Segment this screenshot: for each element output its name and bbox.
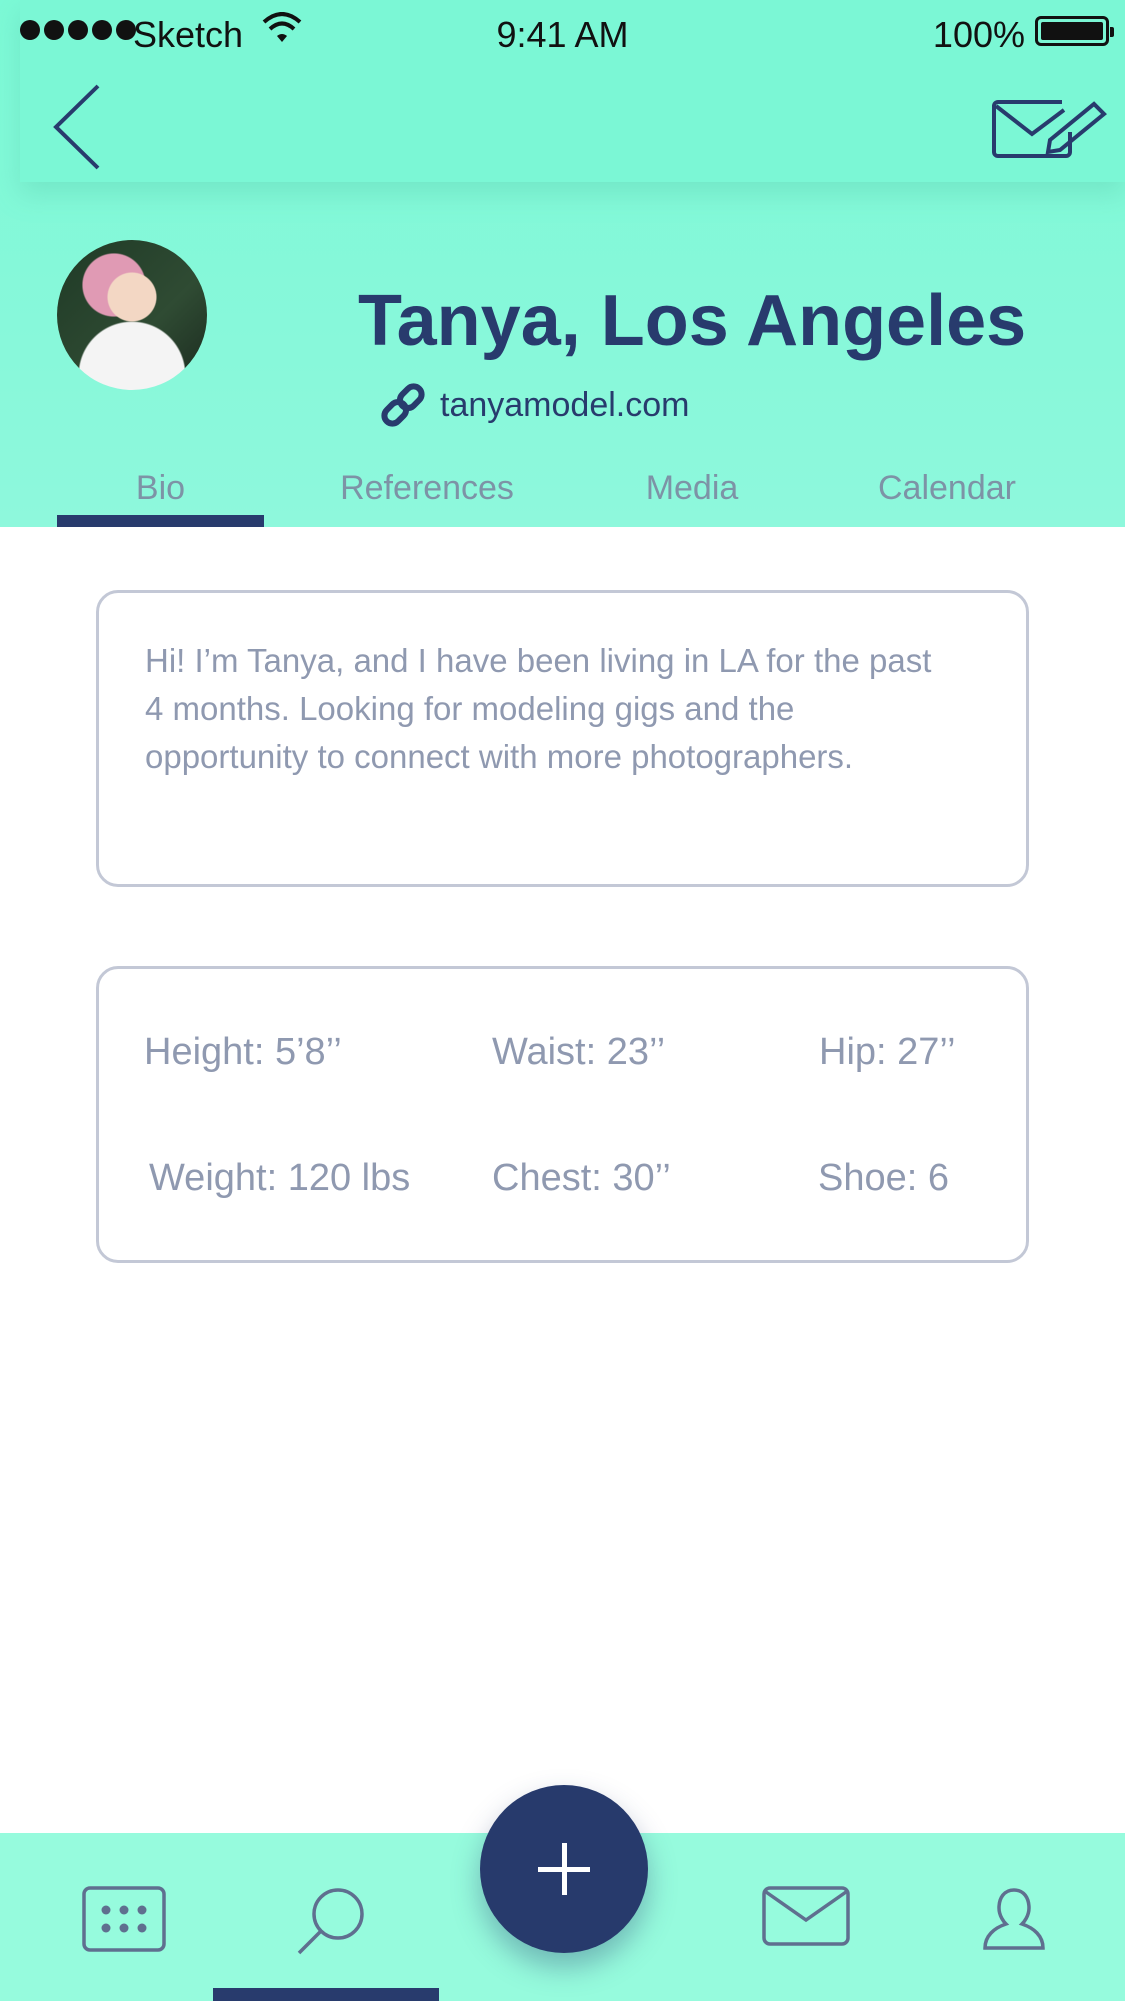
search-nav-button[interactable] [296, 1886, 366, 1956]
calendar-nav-button[interactable] [82, 1886, 166, 1952]
mail-icon [762, 1886, 850, 1946]
tab-references[interactable]: References [307, 462, 547, 527]
stat-waist: Waist: 23’’ [492, 1031, 666, 1073]
messages-nav-button[interactable] [762, 1886, 850, 1946]
stat-height: Height: 5’8’’ [144, 1031, 342, 1073]
stat-shoe: Shoe: 6 [818, 1157, 949, 1199]
active-nav-indicator [213, 1988, 439, 2001]
link-icon [381, 383, 425, 427]
bio-text: Hi! I’m Tanya, and I have been living in… [145, 642, 932, 775]
status-bar: Sketch 9:41 AM 100% [0, 0, 1125, 64]
calendar-icon [82, 1886, 166, 1952]
add-button[interactable] [480, 1785, 648, 1953]
envelope-pencil-icon [992, 100, 1107, 158]
search-icon [297, 1888, 364, 1955]
tab-calendar[interactable]: Calendar [847, 462, 1047, 527]
bio-card: Hi! I’m Tanya, and I have been living in… [96, 590, 1029, 887]
profile-nav-button[interactable] [982, 1886, 1046, 1952]
active-tab-indicator [57, 515, 264, 527]
stat-weight: Weight: 120 lbs [149, 1157, 411, 1199]
stat-hip: Hip: 27’’ [819, 1031, 956, 1073]
profile-name: Tanya, Los Angeles [358, 281, 1027, 361]
chevron-left-icon [53, 84, 100, 170]
user-icon [983, 1888, 1045, 1950]
avatar [57, 240, 207, 390]
battery-percentage: 100% [932, 14, 1025, 55]
back-button[interactable] [48, 82, 108, 172]
measurements-card: Height: 5’8’’ Waist: 23’’ Hip: 27’’ Weig… [96, 966, 1029, 1263]
battery-icon [1035, 16, 1114, 46]
website-link-text: tanyamodel.com [440, 385, 690, 424]
compose-message-button[interactable] [990, 96, 1110, 166]
website-link[interactable]: tanyamodel.com [378, 380, 689, 430]
tab-media[interactable]: Media [617, 462, 767, 527]
profile-tabs: Bio References Media Calendar [57, 462, 1125, 527]
stat-chest: Chest: 30’’ [492, 1157, 671, 1199]
